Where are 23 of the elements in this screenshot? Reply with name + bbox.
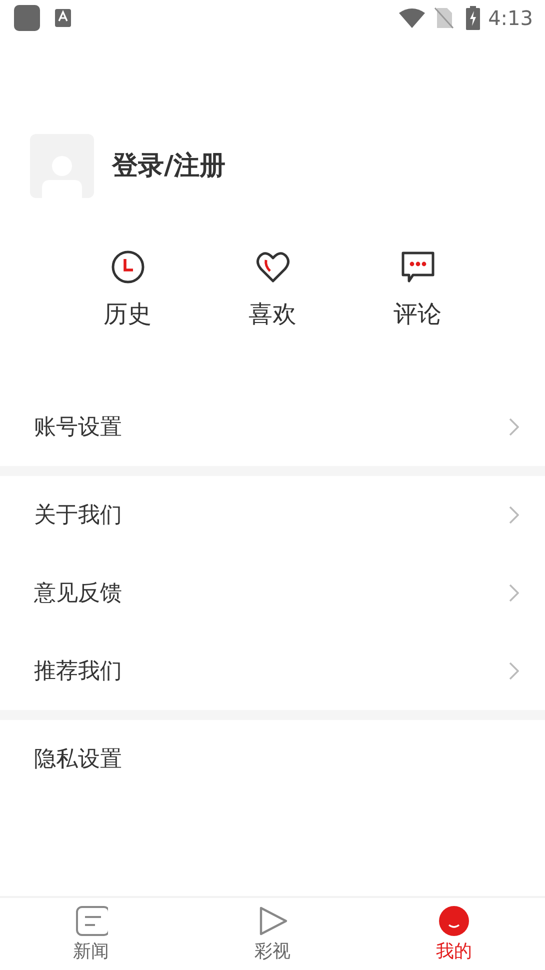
- menu-item[interactable]: 关于我们: [34, 498, 122, 532]
- tab-item[interactable]: 我的: [363, 898, 545, 970]
- menu-item[interactable]: 推荐我们: [34, 654, 122, 688]
- menu-item[interactable]: 隐私设置: [34, 742, 122, 776]
- smile-icon: [437, 906, 472, 936]
- news-icon: [74, 906, 108, 936]
- tab-item[interactable]: 彩视: [182, 898, 364, 970]
- clock: 4:13: [488, 5, 533, 32]
- wifi-icon: [398, 8, 426, 28]
- like-link[interactable]: 喜欢: [248, 296, 296, 332]
- menu-item[interactable]: 意见反馈: [34, 576, 122, 610]
- comment-link[interactable]: 评论: [394, 296, 442, 332]
- login-link[interactable]: 登录/注册: [112, 146, 226, 186]
- app-icon: [14, 5, 40, 31]
- clock-icon: [110, 250, 144, 284]
- battery-icon: [466, 6, 480, 30]
- menu-item[interactable]: 账号设置: [34, 410, 122, 444]
- heart-icon: [256, 250, 290, 284]
- comment-icon: [400, 250, 434, 284]
- tab-item[interactable]: 新闻: [0, 898, 182, 970]
- no-sim-icon: [434, 7, 454, 29]
- keyboard-icon: [54, 8, 72, 28]
- history-link[interactable]: 历史: [104, 296, 152, 332]
